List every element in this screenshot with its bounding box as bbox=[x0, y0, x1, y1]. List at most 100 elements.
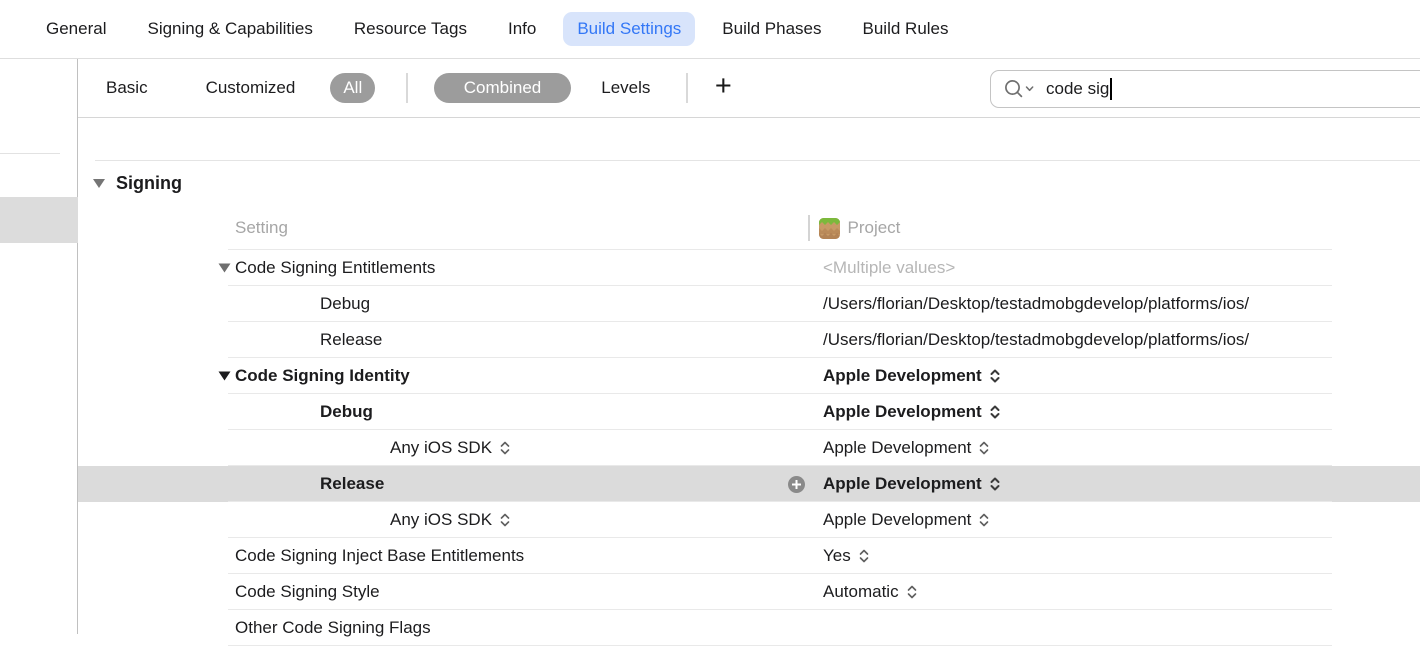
setting-label: Code Signing Identity bbox=[235, 366, 410, 386]
table-column-header: Setting Project bbox=[78, 206, 1420, 250]
toolbar-separator bbox=[686, 73, 688, 103]
setting-value: Apple Development bbox=[823, 474, 982, 494]
setting-row[interactable]: Code Signing Identity Apple Development bbox=[78, 358, 1420, 394]
setting-name-cell: Code Signing Identity bbox=[218, 358, 410, 394]
customized-filter-button[interactable]: Customized bbox=[206, 78, 296, 98]
setting-value-cell[interactable]: Apple Development bbox=[823, 430, 990, 466]
disclosure-box bbox=[303, 407, 320, 417]
setting-value-cell[interactable]: Automatic bbox=[823, 574, 918, 610]
search-icon[interactable] bbox=[1003, 78, 1037, 100]
setting-row[interactable]: Release /Users/florian/Desktop/testadmob… bbox=[78, 322, 1420, 358]
setting-value-cell[interactable]: Yes bbox=[823, 538, 870, 574]
settings-rows: Code Signing Entitlements <Multiple valu… bbox=[78, 250, 1420, 646]
setting-label: Code Signing Inject Base Entitlements bbox=[235, 546, 524, 566]
setting-value: Apple Development bbox=[823, 438, 971, 458]
value-stepper-icon[interactable] bbox=[858, 548, 870, 564]
setting-value-cell[interactable]: Apple Development bbox=[823, 394, 1001, 430]
setting-name-cell: Any iOS SDK bbox=[373, 502, 511, 538]
build-settings-pane: Basic Customized All Combined Levels + c… bbox=[78, 59, 1420, 634]
combined-view-button[interactable]: Combined bbox=[434, 73, 572, 103]
add-build-setting-button[interactable]: + bbox=[715, 72, 732, 105]
disclosure-box bbox=[373, 443, 390, 453]
tab-build-phases[interactable]: Build Phases bbox=[722, 19, 821, 39]
setting-row[interactable]: Other Code Signing Flags bbox=[78, 610, 1420, 646]
all-filter-button[interactable]: All bbox=[330, 73, 375, 103]
chevron-down-icon bbox=[1027, 87, 1033, 90]
section-disclosure-triangle-icon[interactable] bbox=[92, 178, 106, 189]
value-stepper-icon[interactable] bbox=[978, 440, 990, 456]
setting-value: Yes bbox=[823, 546, 851, 566]
disclosure-box bbox=[218, 371, 235, 381]
add-override-button[interactable] bbox=[788, 476, 805, 493]
value-stepper-icon[interactable] bbox=[978, 512, 990, 528]
tab-build-rules[interactable]: Build Rules bbox=[863, 19, 949, 39]
setting-value: <Multiple values> bbox=[823, 258, 955, 278]
setting-value: Automatic bbox=[823, 582, 899, 602]
section-title: Signing bbox=[116, 173, 182, 194]
setting-label: Code Signing Entitlements bbox=[235, 258, 435, 278]
navigator-sidebar bbox=[0, 59, 78, 634]
setting-label: Code Signing Style bbox=[235, 582, 380, 602]
setting-value-cell[interactable]: <Multiple values> bbox=[823, 250, 955, 286]
sidebar-selected-item[interactable] bbox=[0, 197, 78, 243]
setting-value-cell[interactable]: /Users/florian/Desktop/testadmobgdevelop… bbox=[823, 322, 1249, 358]
plus-icon bbox=[792, 480, 801, 489]
setting-row[interactable]: Release Apple Development bbox=[78, 466, 1420, 502]
setting-row[interactable]: Code Signing Entitlements <Multiple valu… bbox=[78, 250, 1420, 286]
value-stepper-icon[interactable] bbox=[989, 404, 1001, 420]
tab-bar: General Signing & Capabilities Resource Ta… bbox=[0, 0, 1420, 59]
sidebar-divider bbox=[0, 153, 60, 154]
value-stepper-icon[interactable] bbox=[989, 476, 1001, 492]
disclosure-box bbox=[303, 335, 320, 345]
label-stepper-icon[interactable] bbox=[499, 512, 511, 528]
levels-view-button[interactable]: Levels bbox=[601, 78, 650, 98]
basic-filter-button[interactable]: Basic bbox=[106, 78, 148, 98]
setting-name-cell: Any iOS SDK bbox=[373, 430, 511, 466]
setting-name-cell: Code Signing Inject Base Entitlements bbox=[218, 538, 524, 574]
setting-name-cell: Release bbox=[303, 322, 382, 358]
setting-row[interactable]: Debug Apple Development bbox=[78, 394, 1420, 430]
tab-signing-capabilities[interactable]: Signing & Capabilities bbox=[147, 19, 312, 39]
column-setting-label: Setting bbox=[235, 218, 288, 238]
setting-label: Any iOS SDK bbox=[390, 438, 492, 458]
tab-build-settings[interactable]: Build Settings bbox=[563, 12, 695, 46]
setting-name-cell: Other Code Signing Flags bbox=[218, 610, 431, 646]
signing-section-header[interactable]: Signing bbox=[92, 173, 182, 194]
setting-name-cell: Debug bbox=[303, 286, 370, 322]
search-input-text[interactable]: code sig bbox=[1046, 79, 1109, 99]
build-settings-toolbar: Basic Customized All Combined Levels + c… bbox=[78, 59, 1420, 118]
label-stepper-icon[interactable] bbox=[499, 440, 511, 456]
setting-row[interactable]: Any iOS SDK Apple Development bbox=[78, 502, 1420, 538]
setting-label: Debug bbox=[320, 294, 370, 314]
tab-general[interactable]: General bbox=[46, 19, 106, 39]
setting-row[interactable]: Debug /Users/florian/Desktop/testadmobgd… bbox=[78, 286, 1420, 322]
disclosure-box bbox=[373, 515, 390, 525]
row-disclosure-icon[interactable] bbox=[218, 371, 231, 381]
disclosure-box bbox=[218, 551, 235, 561]
tab-info[interactable]: Info bbox=[508, 19, 536, 39]
setting-label: Debug bbox=[320, 402, 373, 422]
setting-label: Any iOS SDK bbox=[390, 510, 492, 530]
build-settings-content: Signing Setting Project bbox=[78, 118, 1420, 634]
disclosure-box bbox=[303, 299, 320, 309]
setting-value-cell[interactable]: Apple Development bbox=[823, 358, 1001, 394]
setting-row[interactable]: Code Signing Style Automatic bbox=[78, 574, 1420, 610]
value-stepper-icon[interactable] bbox=[906, 584, 918, 600]
setting-value-cell[interactable]: Apple Development bbox=[823, 466, 1001, 502]
setting-value-cell[interactable]: Apple Development bbox=[823, 502, 990, 538]
setting-value: Apple Development bbox=[823, 510, 971, 530]
tab-resource-tags[interactable]: Resource Tags bbox=[354, 19, 467, 39]
value-stepper-icon[interactable] bbox=[989, 368, 1001, 384]
setting-row[interactable]: Any iOS SDK Apple Development bbox=[78, 430, 1420, 466]
text-caret bbox=[1110, 78, 1112, 100]
disclosure-box bbox=[218, 263, 235, 273]
setting-value: /Users/florian/Desktop/testadmobgdevelop… bbox=[823, 330, 1249, 350]
setting-row[interactable]: Code Signing Inject Base Entitlements Ye… bbox=[78, 538, 1420, 574]
setting-value-cell[interactable]: /Users/florian/Desktop/testadmobgdevelop… bbox=[823, 286, 1249, 322]
search-field[interactable]: code sig bbox=[990, 70, 1420, 108]
row-disclosure-icon[interactable] bbox=[218, 263, 231, 273]
toolbar-separator bbox=[406, 73, 408, 103]
setting-value: Apple Development bbox=[823, 402, 982, 422]
column-project-label: Project bbox=[848, 218, 901, 238]
setting-value: /Users/florian/Desktop/testadmobgdevelop… bbox=[823, 294, 1249, 314]
